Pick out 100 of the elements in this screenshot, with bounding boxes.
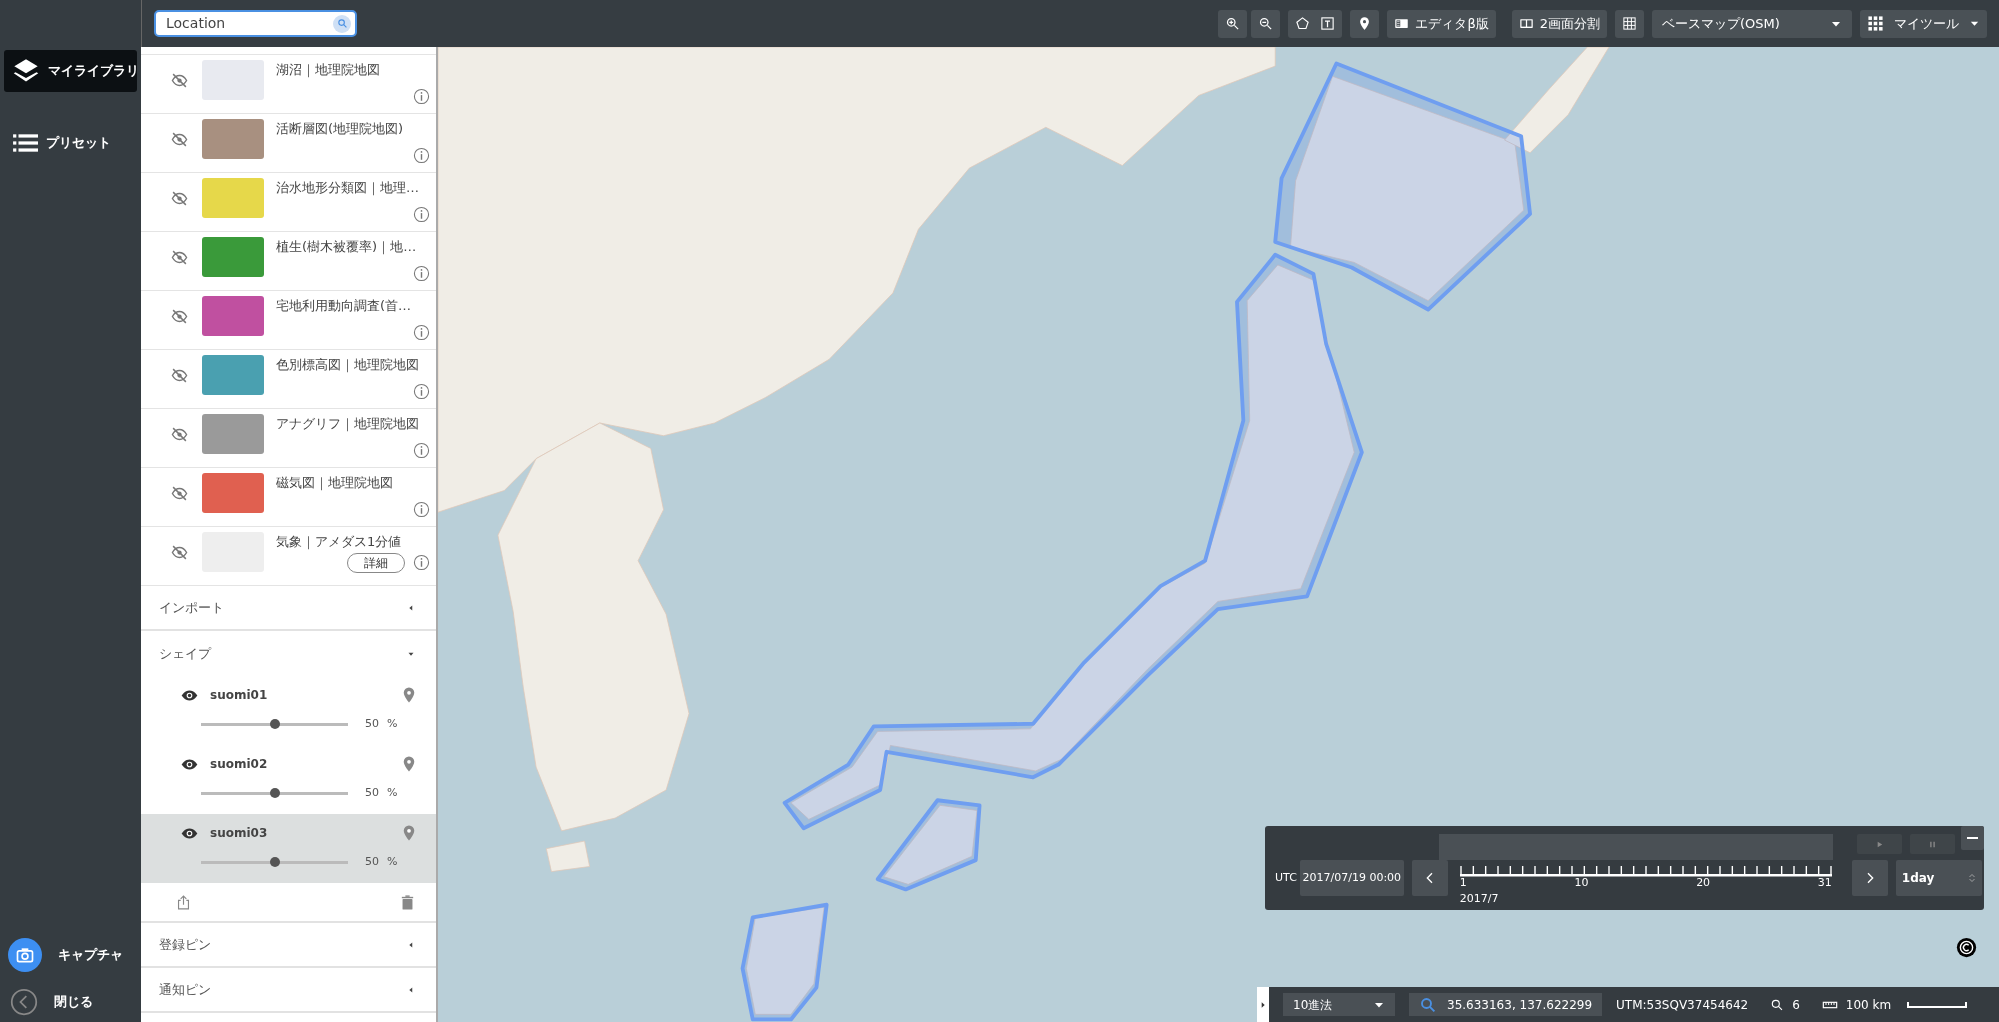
info-icon[interactable] [413, 205, 430, 223]
nav-item[interactable]: マイライブラリ [4, 50, 137, 92]
percent-unit: % [387, 854, 398, 870]
coordinate-field[interactable]: 35.633163, 137.622299 [1409, 993, 1603, 1016]
pin-button[interactable] [1350, 9, 1380, 38]
scale-label: 100 km [1845, 996, 1892, 1014]
thumbnail-placeholder [202, 119, 264, 159]
slider-thumb[interactable] [269, 787, 280, 798]
section-header[interactable]: 登録ピン [141, 923, 436, 968]
search-box[interactable]: Location [154, 10, 357, 37]
zoom-icon [1770, 997, 1785, 1012]
basemap-dropdown[interactable]: ベースマップ(OSM) [1652, 9, 1852, 38]
detail-button[interactable]: 詳細 [347, 552, 405, 573]
share-icon[interactable] [175, 893, 192, 911]
eye-off-icon[interactable] [171, 485, 188, 502]
slider-track[interactable] [201, 860, 348, 864]
copyright-icon[interactable] [1956, 937, 1977, 958]
section-header[interactable]: インポート [141, 586, 436, 631]
section-title: 登録ピン [159, 935, 211, 954]
shape-row[interactable]: suomi03 50 % [141, 814, 436, 883]
eye-off-icon[interactable] [171, 308, 188, 325]
thumbnail-placeholder [202, 296, 264, 336]
shape-name: suomi01 [210, 687, 269, 704]
info-icon[interactable] [413, 500, 430, 518]
info-icon[interactable] [413, 264, 430, 282]
info-icon[interactable] [413, 146, 430, 164]
previous-button[interactable] [1411, 860, 1448, 896]
layer-title: 湖沼｜地理院地図 [276, 61, 381, 80]
search-icon[interactable] [333, 14, 351, 33]
layer-title: アナグリフ｜地理院地図 [276, 415, 420, 434]
editor-icon [1394, 16, 1410, 31]
thumbnail-placeholder [202, 355, 264, 395]
percent-unit: % [387, 716, 398, 732]
format-label: 10進法 [1293, 996, 1333, 1014]
zoom-in-icon [1225, 16, 1241, 31]
info-icon[interactable] [413, 554, 430, 571]
capture-button[interactable]: キャプチャ [4, 938, 137, 972]
eye-off-icon[interactable] [171, 190, 188, 207]
step-select[interactable]: 1day [1895, 860, 1982, 896]
camera-icon [8, 938, 42, 972]
minimize-button[interactable] [1961, 826, 1984, 850]
tick-label: 20 [1696, 877, 1711, 889]
split-screen-button[interactable]: 2画面分割 [1511, 9, 1607, 38]
search-icon [1419, 995, 1437, 1014]
info-icon[interactable] [413, 441, 430, 459]
editor-button[interactable]: エディタβ版 [1387, 9, 1496, 38]
slider-track[interactable] [201, 722, 348, 726]
grid-icon [1622, 16, 1637, 31]
eye-off-icon[interactable] [171, 544, 188, 561]
info-icon[interactable] [413, 323, 430, 341]
utm-text: UTM:53SQV37454642 [1616, 996, 1749, 1014]
caret-icon [1259, 1000, 1267, 1009]
timezone-label: UTC [1275, 870, 1297, 886]
section-header[interactable]: シェイプ [141, 631, 436, 676]
zoom-out-icon [1258, 16, 1274, 31]
thumbnail-placeholder [202, 414, 264, 454]
slider-thumb[interactable] [269, 856, 280, 867]
section-title: シェイプ [159, 644, 211, 663]
slider-track[interactable] [201, 791, 348, 795]
coordinate-value: 35.633163, 137.622299 [1447, 996, 1593, 1014]
eye-off-icon[interactable] [171, 426, 188, 443]
slider-thumb[interactable] [269, 718, 280, 729]
step-label: 1day [1901, 870, 1935, 887]
tick-label: 31 [1817, 877, 1832, 889]
zoom-in-button[interactable] [1218, 9, 1248, 38]
nav-item[interactable]: プリセット [4, 122, 137, 164]
eye-off-icon[interactable] [171, 367, 188, 384]
text-icon[interactable] [1320, 16, 1336, 31]
land-area [545, 840, 590, 872]
opacity-value: 50 [365, 854, 379, 870]
eye-off-icon[interactable] [171, 131, 188, 148]
percent-unit: % [387, 785, 398, 801]
expand-toggle[interactable] [1257, 987, 1269, 1022]
section-header[interactable]: 通知ピン [141, 968, 436, 1013]
my-tools-button[interactable]: マイツール [1860, 9, 1987, 38]
month-label: 2017/7 [1459, 893, 1499, 905]
next-button[interactable] [1851, 860, 1888, 896]
split-icon [1518, 16, 1534, 31]
layer-title: 植生(樹木被覆率)｜地… [276, 238, 418, 257]
info-icon[interactable] [413, 87, 430, 105]
layer-title: 色別標高図｜地理院地図 [276, 356, 420, 375]
scale-bar [1907, 1001, 1968, 1008]
zoom-out-button[interactable] [1251, 9, 1281, 38]
datetime-field[interactable]: 2017/07/19 00:00 [1299, 860, 1404, 896]
close-button[interactable]: 閉じる [4, 988, 137, 1016]
section-title: 通知ピン [159, 980, 211, 999]
eye-off-icon[interactable] [171, 249, 188, 266]
thumbnail-placeholder [202, 237, 264, 277]
apps-icon [1867, 15, 1884, 32]
eye-off-icon[interactable] [171, 72, 188, 89]
trash-icon[interactable] [399, 893, 416, 911]
tick-label: 1 [1459, 877, 1467, 889]
format-dropdown[interactable]: 10進法 [1283, 993, 1395, 1016]
info-icon[interactable] [413, 382, 430, 400]
opacity-value: 50 [365, 785, 379, 801]
layer-title: 治水地形分類図｜地理… [276, 179, 420, 198]
grid-button[interactable] [1615, 9, 1644, 38]
pentagon-icon[interactable] [1295, 16, 1311, 31]
timeline-ruler[interactable] [1459, 865, 1832, 877]
opacity-value: 50 [365, 716, 379, 732]
